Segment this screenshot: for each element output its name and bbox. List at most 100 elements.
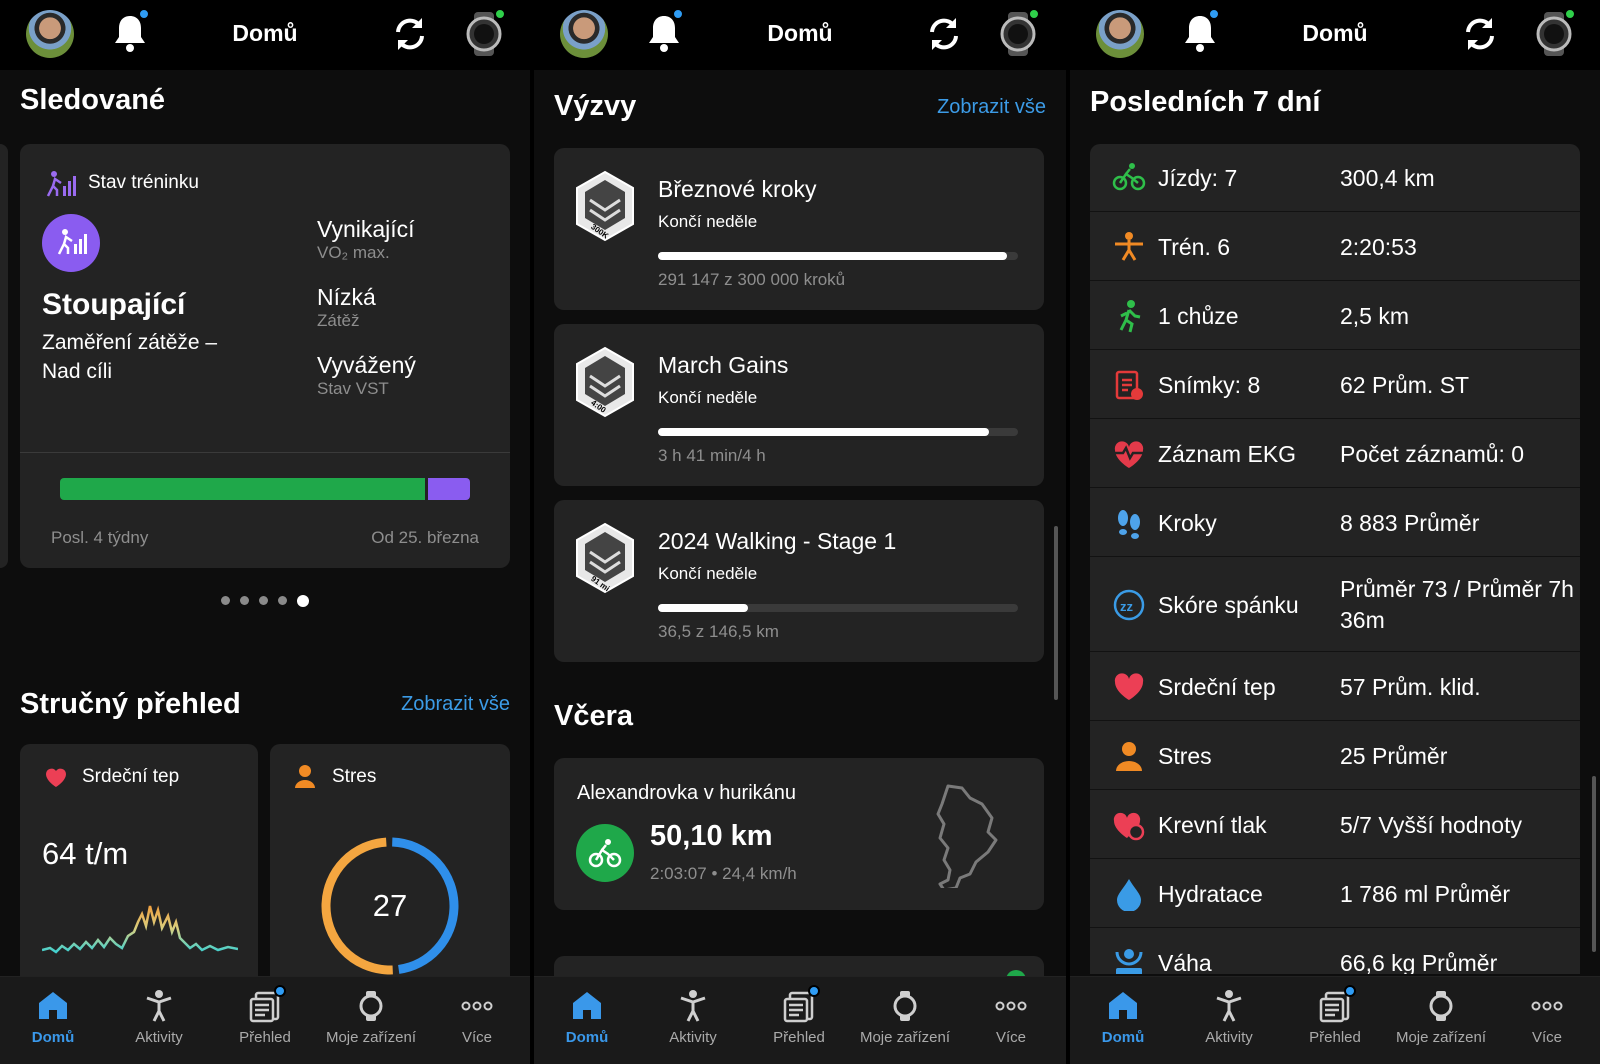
heart-rate-card[interactable]: Srdeční tep 64 t/m	[20, 744, 258, 1004]
challenge-subtitle: Končí neděle	[658, 212, 758, 231]
training-status-badge-icon	[57, 229, 87, 255]
watch-icon	[359, 991, 383, 1021]
pager-dot[interactable]	[278, 596, 287, 606]
metric-label: Zátěž	[317, 311, 360, 330]
load-focus-line2: Nad cíli	[42, 360, 113, 383]
device-connected-dot	[494, 8, 506, 20]
stat-label: Skóre spánku	[1158, 592, 1299, 618]
activity-card[interactable]: Alexandrovka v hurikánu 50,10 km 2:03:07…	[554, 758, 1044, 910]
stat-row[interactable]: Váha 66,6 kg Průměr	[1090, 929, 1580, 974]
pager-dot[interactable]	[297, 594, 309, 607]
stat-value: 300,4 km	[1340, 165, 1435, 191]
summary-show-all-link[interactable]: Zobrazit vše	[401, 693, 510, 716]
nav-item-activity-person[interactable]: Aktivity	[1176, 989, 1282, 1046]
challenge-title: March Gains	[658, 352, 789, 378]
nav-item-more-dots[interactable]: Více	[958, 989, 1064, 1046]
stat-value: 2,5 km	[1340, 303, 1410, 329]
bar-segment-productive	[60, 478, 425, 500]
stat-row[interactable]: 1 chůze 2,5 km	[1090, 282, 1580, 350]
metric-value: Vyvážený	[317, 352, 416, 378]
nav-item-home[interactable]: Domů	[1070, 989, 1176, 1046]
nav-item-news-feed[interactable]: Přehled	[1282, 985, 1388, 1046]
metric-vo2max: Vynikající VO₂ max.	[317, 216, 415, 263]
nav-item-news-feed[interactable]: Přehled	[746, 985, 852, 1046]
page-title: Domů	[232, 20, 298, 46]
stat-row[interactable]: Stres 25 Průměr	[1090, 722, 1580, 790]
pager-dot[interactable]	[259, 596, 268, 606]
stat-row[interactable]: zz Skóre spánku Průměr 73 / Průměr 7h 36…	[1090, 558, 1580, 652]
nav-label: Více	[995, 1029, 1026, 1046]
stat-value: 5/7 Vyšší hodnoty	[1340, 812, 1522, 838]
stat-value: 62 Prům. ST	[1340, 372, 1470, 398]
previous-card-edge	[0, 144, 8, 568]
page-title: Domů	[1302, 20, 1368, 46]
svg-text:zz: zz	[1120, 599, 1134, 614]
stat-row[interactable]: Snímky: 8 62 Prům. ST	[1090, 351, 1580, 419]
stat-row[interactable]: Záznam EKG Počet záznamů: 0	[1090, 420, 1580, 488]
metric-label: Stav VST	[317, 379, 389, 398]
nav-item-home[interactable]: Domů	[534, 989, 640, 1046]
nav-item-more-dots[interactable]: Více	[1494, 989, 1600, 1046]
sync-icon[interactable]	[390, 14, 430, 54]
notification-dot	[1208, 8, 1220, 20]
clipboard-icon	[1115, 370, 1143, 400]
stat-row[interactable]: Hydratace 1 786 ml Průměr	[1090, 860, 1580, 928]
device-connected-dot	[1564, 8, 1576, 20]
stress-icon	[1116, 742, 1142, 771]
nav-item-news-feed[interactable]: Přehled	[212, 985, 318, 1046]
nav-item-watch[interactable]: Moje zařízení	[318, 989, 424, 1046]
section-title-yesterday: Včera	[554, 700, 634, 732]
bar-segment-peaking	[428, 478, 470, 500]
scrollbar[interactable]	[1054, 526, 1058, 700]
nav-label: Aktivity	[1205, 1029, 1253, 1046]
nav-label: Aktivity	[135, 1029, 183, 1046]
carousel-pager[interactable]	[0, 592, 530, 610]
nav-item-watch[interactable]: Moje zařízení	[1388, 989, 1494, 1046]
pager-dot[interactable]	[221, 596, 230, 606]
activity-name: Alexandrovka v hurikánu	[577, 782, 797, 804]
top-bar: Domů	[534, 0, 1066, 70]
challenge-card[interactable]: 4:00 March Gains Končí neděle 3 h 41 min…	[554, 324, 1044, 486]
training-status-icon	[46, 171, 76, 197]
stat-row[interactable]: Krevní tlak 5/7 Vyšší hodnoty	[1090, 791, 1580, 859]
section-title-summary: Stručný přehled	[20, 688, 241, 720]
challenges-show-all-link[interactable]: Zobrazit vše	[937, 96, 1046, 119]
stress-card[interactable]: Stres 27	[270, 744, 510, 1004]
nav-item-watch[interactable]: Moje zařízení	[852, 989, 958, 1046]
training-status-card[interactable]: Stav tréninku Stoupající Zaměření zátěže…	[20, 144, 510, 568]
stat-row[interactable]: Srdeční tep 57 Prům. klid.	[1090, 653, 1580, 721]
challenge-progress-bar	[658, 604, 1018, 612]
stress-value: 27	[372, 888, 408, 923]
pager-dot[interactable]	[240, 596, 249, 606]
load-focus-line1: Zaměření zátěže –	[42, 331, 218, 354]
nav-item-activity-person[interactable]: Aktivity	[106, 989, 212, 1046]
challenge-card[interactable]: 91 mi 2024 Walking - Stage 1 Končí neděl…	[554, 500, 1044, 662]
stat-value: 25 Průměr	[1340, 743, 1448, 769]
nav-item-more-dots[interactable]: Více	[424, 989, 530, 1046]
challenge-progress-fill	[658, 604, 748, 612]
stat-value: Průměr 73 / Průměr 7h 36m	[1340, 576, 1574, 633]
stat-label: Váha	[1158, 950, 1212, 974]
metric-load: Nízká Zátěž	[317, 284, 376, 331]
nav-label: Více	[1531, 1029, 1562, 1046]
blood-pressure-icon	[1113, 812, 1145, 841]
nav-item-home[interactable]: Domů	[0, 989, 106, 1046]
more-dots-icon	[1531, 1001, 1563, 1011]
notification-dot	[274, 985, 286, 997]
sync-icon[interactable]	[924, 14, 964, 54]
challenge-badge-icon: 4:00	[576, 346, 634, 418]
nav-label: Více	[461, 1029, 492, 1046]
bottom-nav: Domů Aktivity Přehled Moje zařízení Více	[0, 976, 530, 1064]
scrollbar[interactable]	[1592, 776, 1596, 952]
training-status-header: Stav tréninku	[88, 172, 199, 193]
stat-row[interactable]: Kroky 8 883 Průměr	[1090, 489, 1580, 557]
home-icon	[1109, 992, 1137, 1019]
sync-icon[interactable]	[1460, 14, 1500, 54]
challenge-card[interactable]: 300K Březnové kroky Končí neděle 291 147…	[554, 148, 1044, 310]
nav-item-activity-person[interactable]: Aktivity	[640, 989, 746, 1046]
stat-row[interactable]: Jízdy: 7 300,4 km	[1090, 144, 1580, 212]
footsteps-icon	[1118, 510, 1140, 539]
metric-value: Nízká	[317, 284, 376, 310]
stat-row[interactable]: Trén. 6 2:20:53	[1090, 213, 1580, 281]
home-icon	[573, 992, 601, 1019]
